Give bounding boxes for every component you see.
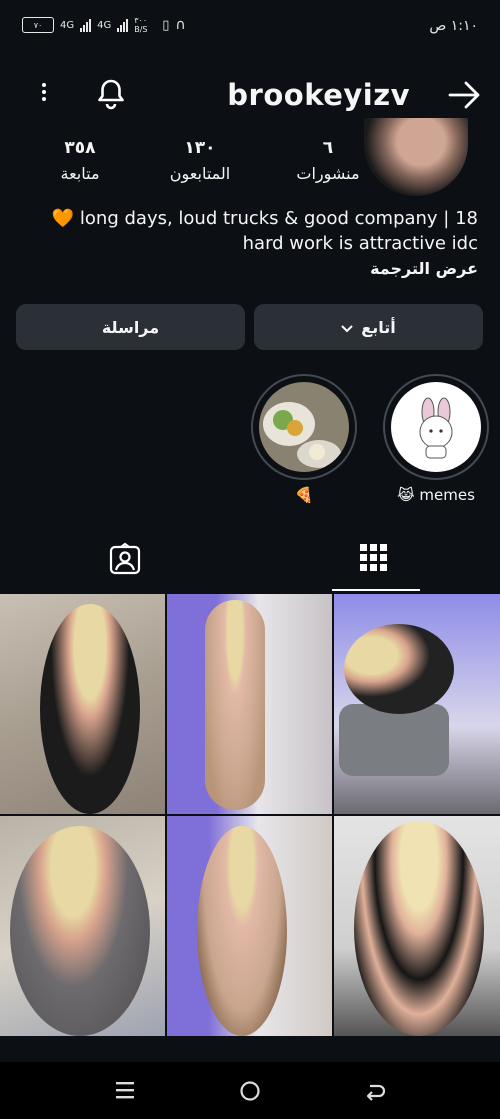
posts-label: منشورات: [296, 164, 360, 183]
chevron-down-icon: [341, 318, 353, 337]
active-tab-indicator: [332, 589, 420, 591]
stat-following[interactable]: ٣٥٨ متابعة: [20, 138, 140, 183]
post-thumbnail[interactable]: [167, 816, 332, 1036]
highlight-ring: [383, 374, 489, 480]
posts-grid: [0, 594, 500, 1036]
message-label: مراسلة: [101, 317, 160, 337]
see-translation-link[interactable]: عرض الترجمة: [18, 256, 478, 281]
following-count: ٣٥٨: [64, 138, 96, 158]
data-speed: ٣٠٠ B/S: [134, 16, 148, 34]
back-icon[interactable]: [364, 1080, 386, 1106]
vibrate-icon: ▯: [162, 17, 170, 33]
post-thumbnail[interactable]: [167, 594, 332, 814]
post-thumbnail[interactable]: [0, 594, 165, 814]
stat-posts[interactable]: ٦ منشورات: [258, 138, 398, 183]
bell-icon[interactable]: [96, 78, 126, 114]
following-label: متابعة: [60, 164, 100, 183]
highlight-ring: [251, 374, 357, 480]
follow-label: أتابع: [361, 317, 396, 337]
highlight-food[interactable]: 🍕: [251, 374, 357, 504]
network-label-2: 4G: [97, 19, 112, 31]
followers-label: المتابعون: [169, 164, 231, 183]
followers-count: ١٣٠: [184, 138, 216, 158]
bio: 🧡 long days, loud trucks & good company …: [18, 206, 478, 281]
arrow-right-icon[interactable]: [448, 80, 482, 114]
more-vertical-icon[interactable]: [34, 80, 54, 110]
profile-username: brookeyizv: [227, 78, 410, 112]
recent-apps-icon[interactable]: [114, 1080, 136, 1104]
message-button[interactable]: مراسلة: [16, 304, 245, 350]
highlight-memes[interactable]: 😹 memes: [383, 374, 489, 504]
status-bar: ٧٠ 4G 4G ٣٠٠ B/S ▯ ∩ ١:١٠ ص: [0, 0, 500, 56]
posts-count: ٦: [322, 138, 334, 158]
post-thumbnail[interactable]: [0, 816, 165, 1036]
signal-icon-2: [117, 18, 129, 32]
clock: ١:١٠ ص: [429, 18, 478, 34]
headphones-icon: ∩: [175, 17, 186, 33]
bio-line-1: 🧡 long days, loud trucks & good company …: [51, 208, 478, 229]
system-nav-bar: [0, 1062, 500, 1119]
home-icon[interactable]: [239, 1080, 261, 1106]
post-thumbnail[interactable]: [334, 816, 500, 1036]
bio-line-2: hard work is attractive idc: [242, 233, 478, 254]
highlight-cover: [391, 382, 481, 472]
battery-icon: ٧٠: [22, 17, 54, 33]
follow-button[interactable]: أتابع: [254, 304, 483, 350]
battery-level: ٧٠: [33, 20, 43, 30]
grid-icon[interactable]: [358, 542, 390, 578]
stat-followers[interactable]: ١٣٠ المتابعون: [130, 138, 270, 183]
post-thumbnail[interactable]: [334, 594, 500, 814]
status-icons: ٧٠ 4G 4G ٣٠٠ B/S ▯ ∩: [22, 16, 186, 34]
tagged-icon[interactable]: [108, 542, 142, 580]
highlight-label: 🍕: [294, 486, 314, 504]
bunny-icon: [419, 397, 453, 459]
food-plate-icon: [263, 402, 341, 468]
signal-icon-1: [80, 18, 92, 32]
highlight-label: 😹 memes: [397, 486, 475, 504]
highlight-cover: [259, 382, 349, 472]
network-label-1: 4G: [60, 19, 75, 31]
